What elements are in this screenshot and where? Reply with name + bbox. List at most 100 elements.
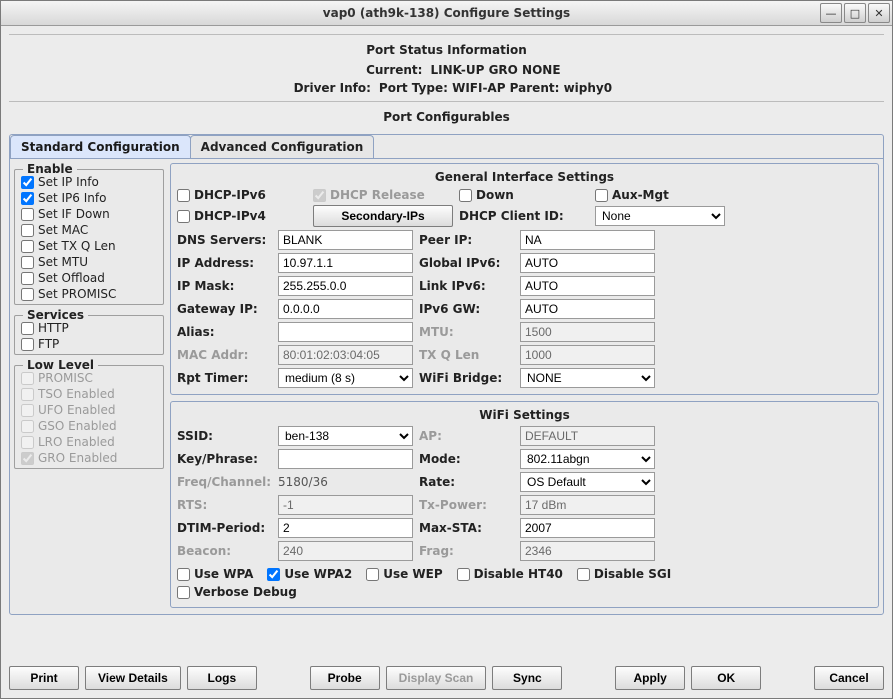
- general-heading: General Interface Settings: [177, 168, 872, 188]
- enable-set-mtu[interactable]: [21, 256, 34, 269]
- logs-button[interactable]: Logs: [187, 666, 257, 690]
- minimize-button[interactable]: —: [820, 3, 842, 23]
- link-ipv6-field[interactable]: [520, 276, 655, 296]
- ll-tso: [21, 388, 34, 401]
- enable-set-ip6-info[interactable]: [21, 192, 34, 205]
- probe-button[interactable]: Probe: [310, 666, 380, 690]
- window-controls: — □ ✕: [820, 3, 890, 23]
- display-scan-button: Display Scan: [386, 666, 487, 690]
- gateway-field[interactable]: [278, 299, 413, 319]
- services-legend: Services: [23, 308, 88, 322]
- key-field[interactable]: [278, 449, 413, 469]
- use-wep-cb[interactable]: [366, 568, 379, 581]
- enable-set-tx-q-len[interactable]: [21, 240, 34, 253]
- mac-field: [278, 345, 413, 365]
- freq-value: 5180/36: [278, 475, 413, 489]
- current-value: LINK-UP GRO NONE: [430, 63, 560, 77]
- rts-label: RTS:: [177, 498, 272, 512]
- cancel-button[interactable]: Cancel: [814, 666, 884, 690]
- ap-field: [520, 426, 655, 446]
- disable-ht40-cb[interactable]: [457, 568, 470, 581]
- enable-set-if-down[interactable]: [21, 208, 34, 221]
- aux-mgt-cb[interactable]: [595, 189, 608, 202]
- verbose-debug-cb[interactable]: [177, 586, 190, 599]
- ip-mask-field[interactable]: [278, 276, 413, 296]
- freq-label: Freq/Channel:: [177, 475, 272, 489]
- dhcp-release-cb: [313, 189, 326, 202]
- txq-field: [520, 345, 655, 365]
- mac-label: MAC Addr:: [177, 348, 272, 362]
- ipv6-gw-field[interactable]: [520, 299, 655, 319]
- titlebar: vap0 (ath9k-138) Configure Settings — □ …: [1, 1, 892, 26]
- ap-label: AP:: [419, 429, 514, 443]
- beacon-label: Beacon:: [177, 544, 272, 558]
- secondary-ips-button[interactable]: Secondary-IPs: [313, 205, 453, 227]
- peer-ip-field[interactable]: [520, 230, 655, 250]
- maxsta-label: Max-STA:: [419, 521, 514, 535]
- print-button[interactable]: Print: [9, 666, 79, 690]
- ll-gro: [21, 452, 34, 465]
- ll-ufo: [21, 404, 34, 417]
- gateway-label: Gateway IP:: [177, 302, 272, 316]
- mtu-label: MTU:: [419, 325, 514, 339]
- window-title: vap0 (ath9k-138) Configure Settings: [323, 6, 570, 20]
- apply-button[interactable]: Apply: [615, 666, 685, 690]
- rpt-timer-select[interactable]: medium (8 s): [278, 368, 413, 388]
- ll-gso: [21, 420, 34, 433]
- mode-select[interactable]: 802.11abgn: [520, 449, 655, 469]
- enable-set-ip-info[interactable]: [21, 176, 34, 189]
- use-wpa2-cb[interactable]: [267, 568, 280, 581]
- enable-set-mac[interactable]: [21, 224, 34, 237]
- frag-label: Frag:: [419, 544, 514, 558]
- rate-label: Rate:: [419, 475, 514, 489]
- view-details-button[interactable]: View Details: [85, 666, 181, 690]
- port-configurables-heading: Port Configurables: [9, 110, 884, 124]
- footer: Print View Details Logs Probe Display Sc…: [1, 662, 892, 698]
- current-label: Current:: [332, 63, 422, 77]
- sync-button[interactable]: Sync: [492, 666, 562, 690]
- down-cb[interactable]: [459, 189, 472, 202]
- services-group: Services HTTP FTP: [14, 315, 164, 355]
- enable-set-promisc[interactable]: [21, 288, 34, 301]
- disable-sgi-cb[interactable]: [577, 568, 590, 581]
- close-button[interactable]: ✕: [868, 3, 890, 23]
- ok-button[interactable]: OK: [691, 666, 761, 690]
- rate-select[interactable]: OS Default: [520, 472, 655, 492]
- enable-set-offload[interactable]: [21, 272, 34, 285]
- dhcp-ipv4-cb[interactable]: [177, 210, 190, 223]
- ssid-select[interactable]: ben-138: [278, 426, 413, 446]
- alias-field[interactable]: [278, 322, 413, 342]
- ip-address-field[interactable]: [278, 253, 413, 273]
- tabs: Standard Configuration Advanced Configur…: [9, 134, 884, 615]
- alias-label: Alias:: [177, 325, 272, 339]
- rpt-timer-label: Rpt Timer:: [177, 371, 272, 385]
- tab-advanced[interactable]: Advanced Configuration: [190, 135, 375, 158]
- global-ipv6-label: Global IPv6:: [419, 256, 514, 270]
- driver-info-label: Driver Info:: [281, 81, 371, 95]
- link-ipv6-label: Link IPv6:: [419, 279, 514, 293]
- service-http[interactable]: [21, 322, 34, 335]
- tab-standard[interactable]: Standard Configuration: [10, 135, 191, 158]
- dtim-field[interactable]: [278, 518, 413, 538]
- lowlevel-legend: Low Level: [23, 358, 98, 372]
- wifi-bridge-select[interactable]: NONE: [520, 368, 655, 388]
- txpower-field: [520, 495, 655, 515]
- ip-address-label: IP Address:: [177, 256, 272, 270]
- beacon-field: [278, 541, 413, 561]
- txpower-label: Tx-Power:: [419, 498, 514, 512]
- global-ipv6-field[interactable]: [520, 253, 655, 273]
- ll-promisc: [21, 372, 34, 385]
- mode-label: Mode:: [419, 452, 514, 466]
- use-wpa-cb[interactable]: [177, 568, 190, 581]
- dns-field[interactable]: [278, 230, 413, 250]
- peer-ip-label: Peer IP:: [419, 233, 514, 247]
- txq-label: TX Q Len: [419, 348, 514, 362]
- dhcp-ipv6-cb[interactable]: [177, 189, 190, 202]
- maxsta-field[interactable]: [520, 518, 655, 538]
- general-panel: General Interface Settings DHCP-IPv6 DHC…: [170, 163, 879, 395]
- dhcp-client-id-select[interactable]: None: [595, 206, 725, 226]
- maximize-button[interactable]: □: [844, 3, 866, 23]
- frag-field: [520, 541, 655, 561]
- ipv6-gw-label: IPv6 GW:: [419, 302, 514, 316]
- service-ftp[interactable]: [21, 338, 34, 351]
